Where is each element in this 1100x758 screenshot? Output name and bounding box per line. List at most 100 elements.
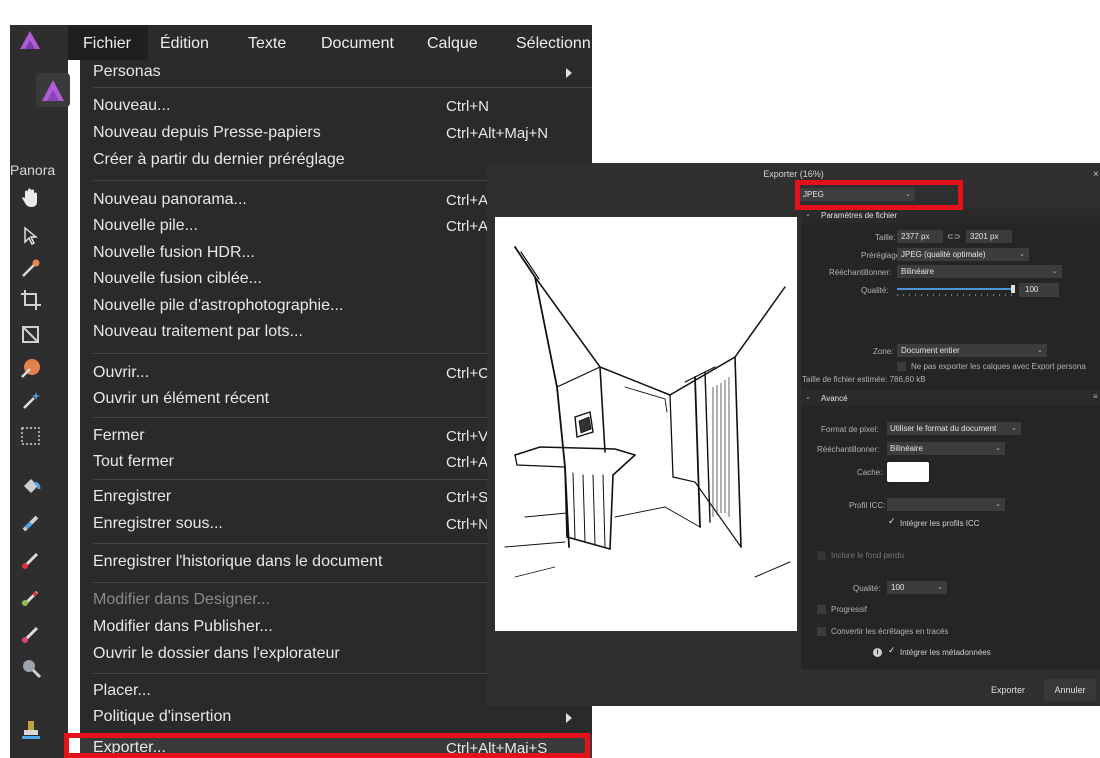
highlight-box-exporter — [64, 733, 590, 758]
icc-select[interactable]: ⌄ — [887, 498, 1005, 511]
menu-item-recent[interactable]: Ouvrir un élément récent — [93, 390, 269, 408]
menu-item-preglage[interactable]: Créer à partir du dernier préréglage — [93, 151, 345, 169]
annuler-button[interactable]: Annuler — [1044, 679, 1096, 701]
flood-select-icon[interactable] — [18, 355, 44, 381]
link-icon[interactable]: ⊂⊃ — [947, 232, 960, 241]
slider-thumb[interactable] — [1011, 285, 1015, 293]
cache-color-swatch[interactable] — [887, 462, 929, 482]
brush-icon[interactable] — [18, 510, 44, 536]
menu-item-enregistrer[interactable]: Enregistrer — [93, 488, 171, 506]
eraser-icon[interactable] — [18, 621, 44, 647]
qualite2-label: Qualité: — [853, 584, 881, 593]
menu-item-designer: Modifier dans Designer... — [93, 591, 270, 608]
fond-perdu-checkbox — [817, 551, 826, 560]
menu-texte[interactable]: Texte — [248, 35, 286, 53]
section-header-avance[interactable]: ⌄ Avancé ≡ — [801, 390, 1100, 406]
move-arrow-icon[interactable] — [18, 223, 44, 249]
close-icon[interactable]: × — [1093, 169, 1099, 180]
menu-document[interactable]: Document — [321, 35, 394, 53]
reech2-select[interactable]: Bilinéaire ⌄ — [887, 442, 1005, 455]
ecretages-label: Convertir les écrêtages en tracés — [831, 627, 949, 636]
tools-panel: Panora — [10, 25, 70, 758]
width-input[interactable]: 2377 px — [897, 230, 943, 243]
menu-item-nouveau[interactable]: Nouveau... — [93, 97, 170, 115]
menu-item-publisher[interactable]: Modifier dans Publisher... — [93, 618, 273, 636]
progressif-checkbox[interactable] — [817, 605, 826, 614]
menu-item-explorateur[interactable]: Ouvrir le dossier dans l'explorateur — [93, 645, 340, 663]
color-picker-icon[interactable] — [18, 255, 44, 281]
persona-photo-button[interactable] — [36, 73, 70, 107]
hand-icon[interactable] — [18, 185, 44, 211]
slider-ticks — [897, 294, 1015, 296]
ecretages-checkbox[interactable] — [817, 627, 826, 636]
menu-item-tout-fermer[interactable]: Tout fermer — [93, 453, 174, 471]
menu-item-politique[interactable]: Politique d'insertion — [93, 708, 231, 726]
prereglage-select[interactable]: JPEG (qualité optimale) ⌄ — [897, 248, 1029, 261]
prereglage-value: JPEG (qualité optimale) — [901, 250, 986, 259]
menu-edition[interactable]: Édition — [160, 35, 209, 53]
export-persona-checkbox[interactable] — [897, 362, 906, 371]
chevron-down-icon: ⌄ — [937, 584, 943, 591]
menu-selection[interactable]: Sélectionn — [516, 35, 591, 53]
menu-fichier[interactable]: Fichier — [83, 35, 131, 53]
selection-brush-icon[interactable] — [18, 321, 44, 347]
menu-separator — [93, 87, 592, 88]
shortcut-panorama: Ctrl+A — [446, 192, 489, 209]
pixel-select[interactable]: Utiliser le format du document ⌄ — [887, 422, 1021, 435]
menu-item-panorama[interactable]: Nouveau panorama... — [93, 191, 247, 209]
zoom-icon[interactable] — [18, 655, 44, 681]
integrer-icc-checkbox[interactable] — [887, 516, 896, 528]
clone-stamp-icon[interactable] — [18, 717, 44, 743]
taille-fichier-text: Taille de fichier estimée: 786,60 kB — [802, 375, 926, 384]
chevron-down-icon: ⌄ — [1052, 268, 1058, 275]
menu-item-lots[interactable]: Nouveau traitement par lots... — [93, 323, 303, 341]
menu-item-fermer[interactable]: Fermer — [93, 427, 145, 445]
persona-label: Panora — [10, 162, 56, 178]
section-fichier-title: Paramètres de fichier — [821, 211, 898, 220]
menu-item-pile[interactable]: Nouvelle pile... — [93, 217, 198, 235]
mixer-brush-icon[interactable] — [18, 585, 44, 611]
menu-item-placer[interactable]: Placer... — [93, 682, 151, 700]
menu-item-ouvrir[interactable]: Ouvrir... — [93, 364, 149, 382]
menu-item-personas[interactable]: Personas — [93, 63, 161, 81]
menu-item-hdr[interactable]: Nouvelle fusion HDR... — [93, 244, 255, 262]
menu-item-astro[interactable]: Nouvelle pile d'astrophotographie... — [93, 297, 343, 315]
marquee-icon[interactable] — [18, 423, 44, 449]
submenu-arrow-icon — [566, 68, 572, 78]
export-dialog: Exporter (16%) × JPEG ⌄ ⌄ Paramètres de … — [487, 163, 1100, 706]
shortcut-enregistrer: Ctrl+S — [446, 489, 489, 506]
menu-item-presse-papiers[interactable]: Nouveau depuis Presse-papiers — [93, 124, 321, 142]
collapse-chevron-icon: ⌄ — [805, 211, 811, 218]
qualite-input[interactable]: 100 — [1019, 283, 1059, 297]
progressif-label: Progressif — [831, 605, 868, 614]
zone-label: Zone: — [873, 347, 894, 356]
qualite-slider[interactable] — [897, 285, 1015, 297]
height-input[interactable]: 3201 px — [966, 230, 1012, 243]
reech2-value: Bilinéaire — [890, 444, 923, 453]
highlight-box-format — [795, 180, 963, 210]
reech2-label: Rééchantillonner: — [817, 445, 880, 454]
magic-wand-icon[interactable] — [18, 387, 44, 413]
panel-menu-icon[interactable]: ≡ — [1093, 392, 1098, 401]
zone-select[interactable]: Document entier ⌄ — [897, 344, 1047, 357]
menu-item-fusion-ciblee[interactable]: Nouvelle fusion ciblée... — [93, 270, 262, 288]
shortcut-ouvrir: Ctrl+C — [446, 365, 489, 382]
slider-fill — [897, 288, 1011, 290]
crop-icon[interactable] — [18, 287, 44, 313]
menu-calque[interactable]: Calque — [427, 35, 478, 53]
exporter-button[interactable]: Exporter — [978, 679, 1038, 701]
info-icon[interactable]: i — [873, 648, 882, 657]
collapse-chevron-icon: ⌄ — [805, 394, 811, 401]
affinity-logo-icon — [20, 31, 40, 49]
metadonnees-checkbox[interactable] — [887, 645, 896, 657]
height-value: 3201 px — [970, 232, 999, 241]
qualite2-select[interactable]: 100 ⌄ — [887, 581, 947, 594]
reech-select[interactable]: Bilinéaire ⌄ — [897, 265, 1062, 278]
width-value: 2377 px — [901, 232, 930, 241]
menu-item-historique[interactable]: Enregistrer l'historique dans le documen… — [93, 553, 382, 571]
flood-fill-icon[interactable] — [18, 473, 44, 499]
fond-perdu-label: Inclure le fond perdu — [831, 551, 904, 560]
pixel-label: Format de pixel: — [821, 425, 879, 434]
menu-item-enregistrer-sous[interactable]: Enregistrer sous... — [93, 515, 223, 533]
paint-brush-icon[interactable] — [18, 547, 44, 573]
